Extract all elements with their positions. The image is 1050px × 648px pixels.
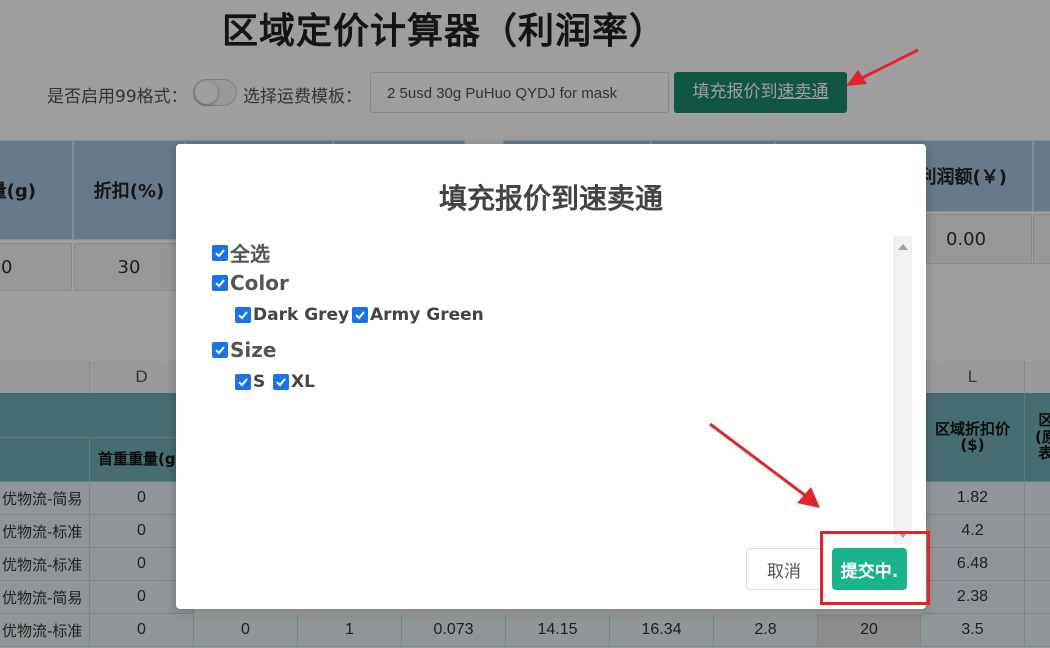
- cancel-button[interactable]: 取消: [746, 548, 822, 590]
- dark-grey-label: Dark Grey: [253, 305, 350, 325]
- dialog-title: 填充报价到速卖通: [438, 182, 663, 215]
- army-green-label: Army Green: [370, 305, 484, 325]
- size-xl-option[interactable]: XL: [273, 372, 315, 392]
- army-green-option[interactable]: Army Green: [352, 305, 484, 325]
- scroll-up-arrow-icon[interactable]: [898, 244, 908, 250]
- size-group-label: Size: [230, 338, 277, 362]
- size-s-label: S: [253, 372, 266, 392]
- fill-quote-dialog: 填充报价到速卖通 全选 Color Dark Grey Army Green S…: [176, 144, 926, 609]
- color-group-label: Color: [230, 271, 289, 295]
- dark-grey-checkbox[interactable]: [235, 307, 251, 323]
- color-group-checkbox[interactable]: [212, 275, 228, 291]
- color-group-option[interactable]: Color: [212, 271, 289, 295]
- select-all-label: 全选: [230, 242, 270, 266]
- dark-grey-option[interactable]: Dark Grey: [235, 305, 349, 325]
- size-group-option[interactable]: Size: [212, 338, 276, 362]
- size-xl-label: XL: [291, 372, 315, 392]
- size-s-option[interactable]: S: [235, 372, 265, 392]
- select-all-checkbox[interactable]: [212, 244, 228, 261]
- size-xl-checkbox[interactable]: [273, 374, 289, 390]
- army-green-checkbox[interactable]: [352, 307, 368, 323]
- size-group-checkbox[interactable]: [212, 342, 228, 358]
- size-s-checkbox[interactable]: [235, 374, 251, 390]
- options-scrollbar[interactable]: [893, 236, 912, 544]
- submit-highlight-box: [820, 531, 930, 605]
- select-all-option[interactable]: 全选: [212, 238, 270, 267]
